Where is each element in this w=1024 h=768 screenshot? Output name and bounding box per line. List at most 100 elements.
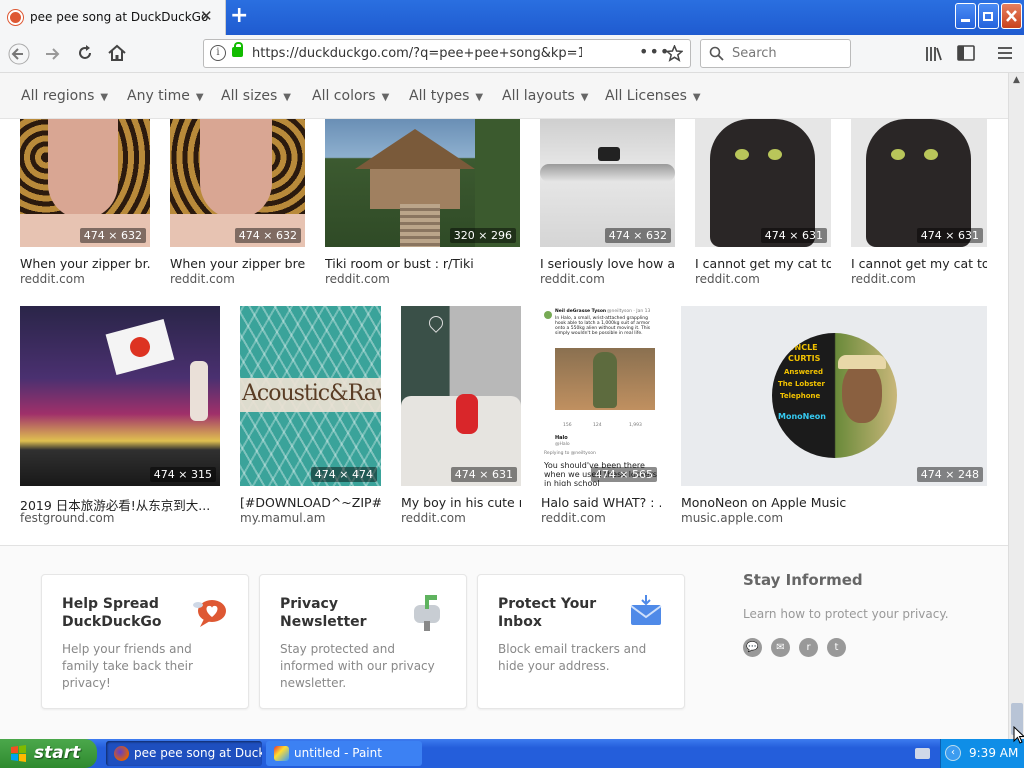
- home-icon[interactable]: [107, 44, 127, 62]
- stay-informed-title: Stay Informed: [743, 571, 863, 589]
- result-caption[interactable]: My boy in his cute r...: [401, 495, 521, 510]
- result-source[interactable]: music.apple.com: [681, 511, 783, 525]
- image-result[interactable]: 474 × 632 When your zipper br... reddit.…: [20, 119, 150, 289]
- spread-ddg-card[interactable]: Help Spread DuckDuckGo Help your friends…: [41, 574, 249, 709]
- result-thumbnail[interactable]: 474 × 631: [401, 306, 521, 486]
- card-title: Privacy Newsletter: [280, 596, 367, 630]
- album-text: CURTIS: [788, 354, 821, 363]
- result-caption[interactable]: When your zipper br...: [20, 256, 150, 271]
- clock[interactable]: 9:39 AM: [969, 746, 1018, 760]
- image-result[interactable]: 474 × 631 I cannot get my cat to ... red…: [851, 119, 987, 289]
- duckduckgo-favicon-icon: [8, 10, 23, 25]
- image-result[interactable]: 474 × 632 When your zipper bre... reddit…: [170, 119, 305, 289]
- twitter-icon[interactable]: t: [827, 638, 846, 657]
- result-thumbnail[interactable]: 474 × 631: [851, 119, 987, 247]
- filter-label: Any time: [127, 88, 190, 104]
- result-thumbnail[interactable]: 474 × 632: [170, 119, 305, 247]
- show-hidden-icons-icon[interactable]: ‹: [945, 745, 961, 761]
- url-text[interactable]: https://duckduckgo.com/?q=pee+pee+song&k…: [252, 46, 582, 61]
- filter-time[interactable]: Any time ▼: [127, 88, 204, 104]
- image-result[interactable]: Acoustic&RawI 474 × 474 [#DOWNLOAD^~ZIP#…: [240, 306, 381, 531]
- privacy-newsletter-card[interactable]: Privacy Newsletter Stay protected and in…: [259, 574, 467, 709]
- filter-colors[interactable]: All colors ▼: [312, 88, 389, 104]
- close-tab-icon[interactable]: ✕: [200, 7, 213, 25]
- sidebar-icon[interactable]: [957, 45, 975, 61]
- taskbar-paint-window[interactable]: untitled - Paint: [266, 741, 422, 766]
- image-result[interactable]: 320 × 296 Tiki room or bust : r/Tiki red…: [325, 119, 520, 289]
- info-icon[interactable]: i: [210, 45, 226, 61]
- reddit-icon[interactable]: r: [799, 638, 818, 657]
- search-box[interactable]: Search: [700, 39, 851, 68]
- browser-tab[interactable]: pee pee song at DuckDuckGo ✕: [0, 0, 226, 35]
- tweet-photo: [555, 348, 655, 410]
- result-source[interactable]: reddit.com: [170, 272, 235, 286]
- filter-types[interactable]: All types ▼: [409, 88, 483, 104]
- result-thumbnail[interactable]: Acoustic&RawI 474 × 474: [240, 306, 381, 486]
- image-result[interactable]: 474 × 631 I cannot get my cat to ... red…: [695, 119, 831, 289]
- result-source[interactable]: reddit.com: [325, 272, 390, 286]
- result-source[interactable]: festground.com: [20, 511, 114, 525]
- result-caption[interactable]: I cannot get my cat to ...: [851, 256, 987, 271]
- result-thumbnail[interactable]: 474 × 631: [695, 119, 831, 247]
- library-icon[interactable]: [925, 45, 943, 63]
- image-result[interactable]: 474 × 632 I seriously love how al... red…: [540, 119, 675, 289]
- image-result[interactable]: 474 × 315 2019 日本旅游必看!从东京到大... festgroun…: [20, 306, 220, 531]
- result-source[interactable]: reddit.com: [20, 272, 85, 286]
- door-handle: [540, 164, 675, 182]
- filter-sizes[interactable]: All sizes ▼: [221, 88, 291, 104]
- filter-label: All Licenses: [605, 88, 687, 104]
- back-arrow-icon[interactable]: [8, 43, 30, 65]
- minimize-button[interactable]: [955, 3, 976, 29]
- result-source[interactable]: reddit.com: [851, 272, 916, 286]
- vertical-scrollbar[interactable]: ▲: [1008, 73, 1024, 739]
- result-thumbnail[interactable]: 320 × 296: [325, 119, 520, 247]
- result-thumbnail[interactable]: 474 × 632: [20, 119, 150, 247]
- chat-icon[interactable]: 💬: [743, 638, 762, 657]
- result-source[interactable]: reddit.com: [695, 272, 760, 286]
- album-text: UNCLE: [788, 343, 818, 352]
- scroll-up-arrow-icon[interactable]: ▲: [1010, 75, 1023, 90]
- lock-icon[interactable]: [232, 42, 243, 57]
- result-source[interactable]: reddit.com: [540, 272, 605, 286]
- album-text: Telephone: [780, 392, 821, 400]
- start-button[interactable]: start: [0, 739, 97, 768]
- result-thumbnail[interactable]: 474 × 315: [20, 306, 220, 486]
- restore-icon: [983, 12, 993, 21]
- result-caption[interactable]: When your zipper bre...: [170, 256, 305, 271]
- new-tab-button[interactable]: +: [230, 3, 248, 28]
- result-source[interactable]: reddit.com: [541, 511, 606, 525]
- filter-regions[interactable]: All regions ▼: [21, 88, 108, 104]
- filter-licenses[interactable]: All Licenses ▼: [605, 88, 701, 104]
- image-result[interactable]: UNCLE CURTIS Answered The Lobster Teleph…: [681, 306, 987, 531]
- address-bar[interactable]: i https://duckduckgo.com/?q=pee+pee+song…: [203, 39, 691, 68]
- email-icon[interactable]: ✉: [771, 638, 790, 657]
- restore-button[interactable]: [978, 3, 999, 29]
- search-placeholder[interactable]: Search: [732, 46, 777, 61]
- result-caption[interactable]: Tiki room or bust : r/Tiki: [325, 256, 520, 271]
- image-result[interactable]: 474 × 631 My boy in his cute r... reddit…: [401, 306, 521, 531]
- image-result[interactable]: Neil deGrasse Tyson @neiltyson · Jan 13 …: [541, 306, 661, 531]
- result-thumbnail[interactable]: UNCLE CURTIS Answered The Lobster Teleph…: [681, 306, 987, 486]
- protect-inbox-card[interactable]: Protect Your Inbox Block email trackers …: [477, 574, 685, 709]
- keyboard-icon[interactable]: [915, 748, 930, 759]
- result-source[interactable]: my.mamul.am: [240, 511, 325, 525]
- artist-face: [842, 363, 882, 423]
- result-caption[interactable]: [#DOWNLOAD^~ZIP#]...: [240, 495, 381, 510]
- result-caption[interactable]: I seriously love how al...: [540, 256, 675, 271]
- tweet-stat: 156: [563, 423, 572, 428]
- menu-icon[interactable]: [997, 46, 1013, 60]
- result-thumbnail[interactable]: Neil deGrasse Tyson @neiltyson · Jan 13 …: [541, 306, 661, 486]
- result-caption[interactable]: Halo said WHAT? : ...: [541, 495, 661, 510]
- forward-arrow-icon[interactable]: [43, 45, 63, 63]
- result-thumbnail[interactable]: 474 × 632: [540, 119, 675, 247]
- result-caption[interactable]: I cannot get my cat to ...: [695, 256, 831, 271]
- close-window-button[interactable]: [1001, 3, 1022, 29]
- inbox-envelope-icon: [630, 595, 662, 625]
- result-source[interactable]: reddit.com: [401, 511, 466, 525]
- result-caption[interactable]: MonoNeon on Apple Music: [681, 495, 987, 510]
- bookmark-star-icon[interactable]: [666, 45, 683, 62]
- taskbar-firefox-window[interactable]: pee pee song at Duck...: [106, 741, 262, 766]
- heart-light: [426, 313, 446, 333]
- reload-icon[interactable]: [76, 44, 94, 62]
- filter-layouts[interactable]: All layouts ▼: [502, 88, 589, 104]
